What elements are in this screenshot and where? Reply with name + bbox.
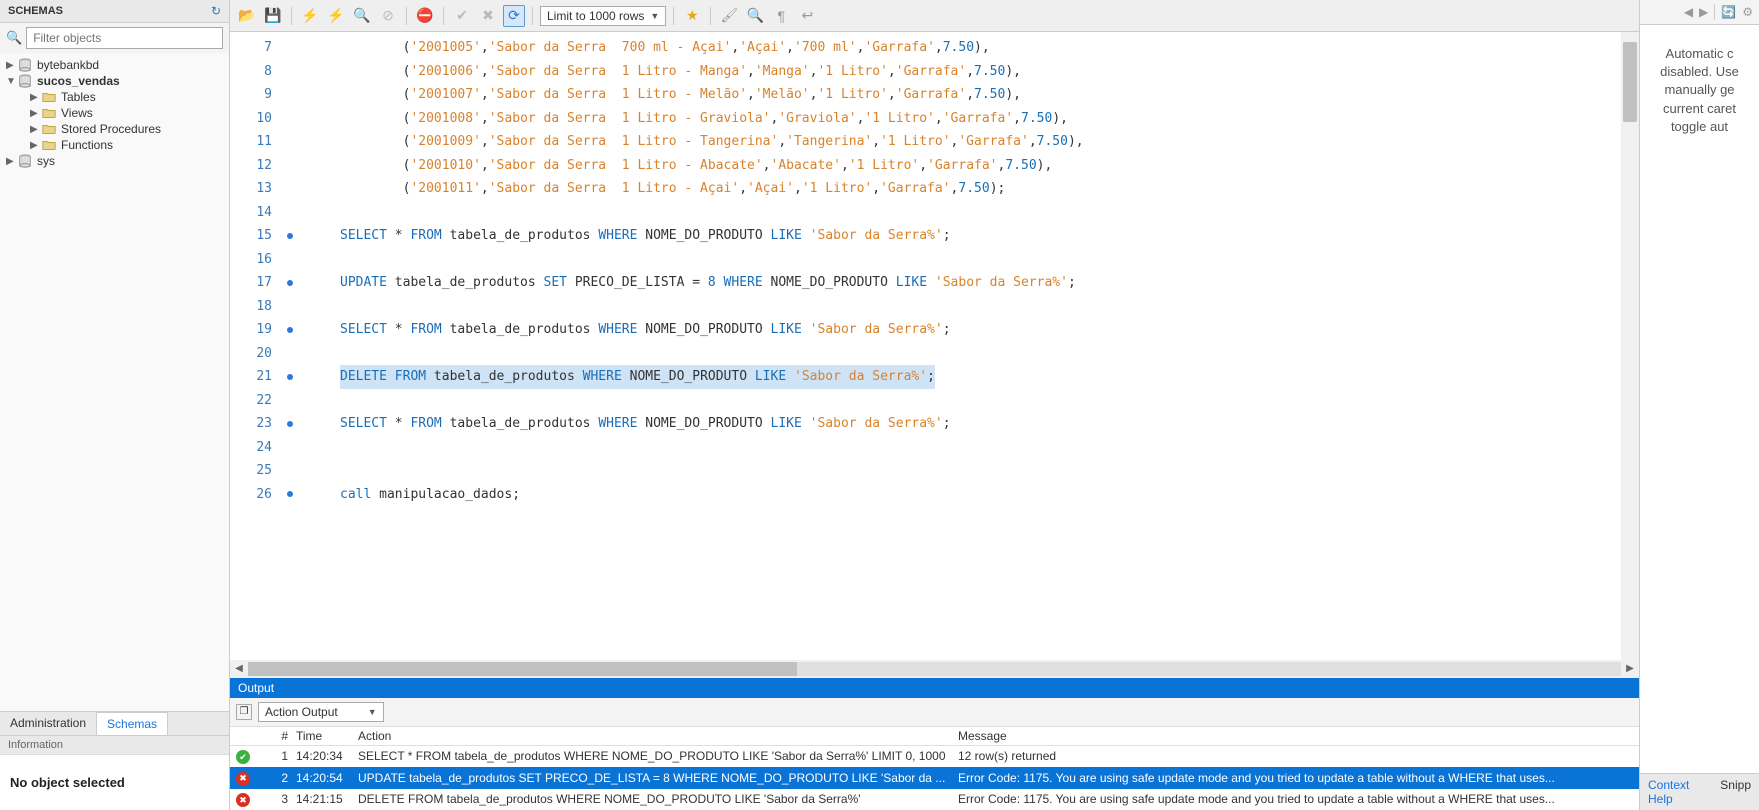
output-row[interactable]: ✖314:21:15DELETE FROM tabela_de_produtos… <box>230 789 1639 810</box>
col-time: Time <box>296 729 354 743</box>
output-columns: # Time Action Message <box>230 727 1639 746</box>
dropdown-icon: ▼ <box>368 707 377 717</box>
save-icon[interactable]: 💾 <box>262 5 284 27</box>
sql-editor[interactable]: 7891011121314151617181920212223242526 ('… <box>230 32 1639 660</box>
scroll-right-icon[interactable]: ▶ <box>1621 663 1639 674</box>
sidebar-header: SCHEMAS ↻ <box>0 0 229 23</box>
right-panel-body: Automatic cdisabled. Usemanually gecurre… <box>1640 25 1759 773</box>
stop-icon[interactable]: ⊘ <box>377 5 399 27</box>
tab-snippets[interactable]: Snipp <box>1712 774 1759 810</box>
col-message: Message <box>954 729 1633 743</box>
information-header: Information <box>0 735 229 754</box>
editor-toolbar: 📂 💾 ⚡ ⚡ 🔍 ⊘ ⛔ ✔ ✖ ⟳ Limit to 1000 rows ▼… <box>230 0 1639 32</box>
output-type-select[interactable]: Action Output ▼ <box>258 702 384 722</box>
toggle-autocommit-icon[interactable]: ⟳ <box>503 5 525 27</box>
help-refresh-icon[interactable]: 🔄 <box>1721 5 1736 19</box>
execute-icon[interactable]: ⚡ <box>299 5 321 27</box>
output-header: Output <box>230 678 1639 698</box>
scroll-left-icon[interactable]: ◀ <box>230 663 248 674</box>
output-type-label: Action Output <box>265 705 338 719</box>
schema-item-bytebankbd[interactable]: ▶bytebankbd <box>0 57 229 73</box>
right-panel-tabs: Context Help Snipp <box>1640 773 1759 810</box>
schema-child-tables[interactable]: ▶Tables <box>0 89 229 105</box>
wrap-icon[interactable]: ↩ <box>796 5 818 27</box>
search-icon: 🔍 <box>6 30 22 46</box>
sidebar: SCHEMAS ↻ 🔍 ▶bytebankbd▼sucos_vendas▶Tab… <box>0 0 230 810</box>
horizontal-scrollbar[interactable]: ◀ ▶ <box>230 660 1639 678</box>
filter-input[interactable] <box>26 27 223 49</box>
output-row[interactable]: ✔114:20:34SELECT * FROM tabela_de_produt… <box>230 746 1639 768</box>
vertical-scrollbar[interactable] <box>1621 32 1639 660</box>
schema-item-sucos_vendas[interactable]: ▼sucos_vendas <box>0 73 229 89</box>
find-icon[interactable]: 🔍 <box>744 5 766 27</box>
commit-icon[interactable]: ⛔ <box>414 5 436 27</box>
col-num: # <box>264 729 296 743</box>
clear-output-icon[interactable]: ❐ <box>236 704 252 720</box>
schema-child-functions[interactable]: ▶Functions <box>0 137 229 153</box>
no-object-text: No object selected <box>10 775 219 790</box>
output-row[interactable]: ✖214:20:54UPDATE tabela_de_produtos SET … <box>230 767 1639 789</box>
open-file-icon[interactable]: 📂 <box>236 5 258 27</box>
main: 📂 💾 ⚡ ⚡ 🔍 ⊘ ⛔ ✔ ✖ ⟳ Limit to 1000 rows ▼… <box>230 0 1639 810</box>
help-toggle-icon[interactable]: ⚙ <box>1742 5 1753 19</box>
col-action: Action <box>354 729 954 743</box>
refresh-icon[interactable]: ↻ <box>211 4 221 18</box>
schemas-title: SCHEMAS <box>8 5 63 17</box>
nav-back-icon[interactable]: ◀ <box>1684 5 1693 19</box>
nav-fwd-icon[interactable]: ▶ <box>1699 5 1708 19</box>
right-panel: ◀ ▶ 🔄 ⚙ Automatic cdisabled. Usemanually… <box>1639 0 1759 810</box>
filter-row: 🔍 <box>0 23 229 53</box>
dropdown-icon: ▼ <box>650 11 659 21</box>
sidebar-tabs: Administration Schemas <box>0 711 229 735</box>
information-body: No object selected <box>0 754 229 810</box>
output-toolbar: ❐ Action Output ▼ <box>230 698 1639 727</box>
schema-item-sys[interactable]: ▶sys <box>0 153 229 169</box>
right-panel-toolbar: ◀ ▶ 🔄 ⚙ <box>1640 0 1759 25</box>
invisible-chars-icon[interactable]: ¶ <box>770 5 792 27</box>
tab-context-help[interactable]: Context Help <box>1640 774 1712 810</box>
schema-child-stored-procedures[interactable]: ▶Stored Procedures <box>0 121 229 137</box>
output-rows[interactable]: ✔114:20:34SELECT * FROM tabela_de_produt… <box>230 746 1639 810</box>
tab-schemas[interactable]: Schemas <box>96 712 168 735</box>
tab-administration[interactable]: Administration <box>0 712 96 735</box>
favorite-icon[interactable]: ★ <box>681 5 703 27</box>
explain-icon[interactable]: 🔍 <box>351 5 373 27</box>
execute-current-icon[interactable]: ⚡ <box>325 5 347 27</box>
autocommit-on-icon[interactable]: ✔ <box>451 5 473 27</box>
autocommit-off-icon[interactable]: ✖ <box>477 5 499 27</box>
editor-wrap: 7891011121314151617181920212223242526 ('… <box>230 32 1639 660</box>
schema-child-views[interactable]: ▶Views <box>0 105 229 121</box>
schema-tree[interactable]: ▶bytebankbd▼sucos_vendas▶Tables▶Views▶St… <box>0 53 229 711</box>
beautify-icon[interactable]: 🖌 <box>718 5 740 27</box>
row-limit-label: Limit to 1000 rows <box>547 9 644 23</box>
row-limit-select[interactable]: Limit to 1000 rows ▼ <box>540 6 666 26</box>
